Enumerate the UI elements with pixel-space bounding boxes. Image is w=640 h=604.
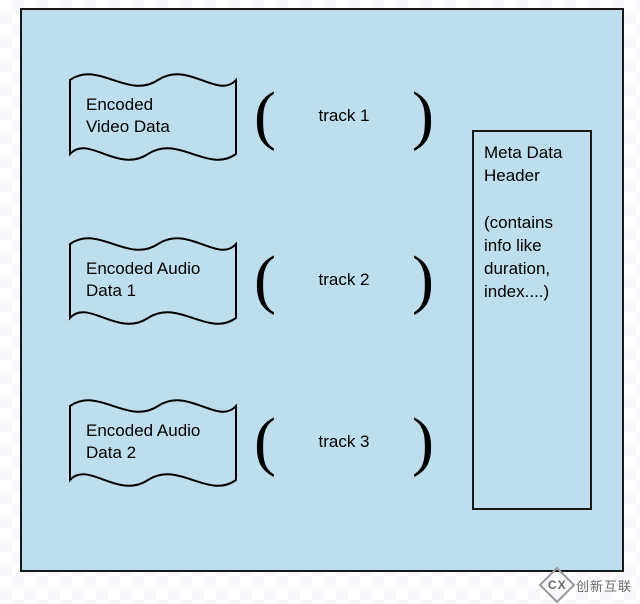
track-label-2: track 2 bbox=[254, 240, 434, 320]
encoded-data-label-3: Encoded Audio Data 2 bbox=[86, 420, 226, 464]
track-bracket-3: ( track 3 ) bbox=[254, 402, 434, 482]
meta-body: (contains info like duration, index....) bbox=[484, 212, 580, 304]
track-bracket-2: ( track 2 ) bbox=[254, 240, 434, 320]
container-box: EncodedVideo Data ( track 1 ) Encoded Au… bbox=[20, 8, 624, 572]
bracket-right-icon: ) bbox=[412, 240, 434, 320]
track-label-1: track 1 bbox=[254, 76, 434, 156]
encoded-data-flag-3: Encoded Audio Data 2 bbox=[68, 388, 238, 498]
watermark-logo-icon: CX bbox=[539, 567, 576, 604]
encoded-data-flag-1: EncodedVideo Data bbox=[68, 62, 238, 172]
encoded-data-flag-2: Encoded Audio Data 1 bbox=[68, 226, 238, 336]
meta-title: Meta Data Header bbox=[484, 142, 580, 188]
bracket-right-icon: ) bbox=[412, 76, 434, 156]
watermark-text: 创新互联 bbox=[576, 576, 632, 595]
encoded-data-label-2: Encoded Audio Data 1 bbox=[86, 258, 226, 302]
watermark: CX 创新互联 bbox=[544, 572, 632, 598]
track-label-3: track 3 bbox=[254, 402, 434, 482]
meta-data-header-box: Meta Data Header (contains info like dur… bbox=[472, 130, 592, 510]
bracket-right-icon: ) bbox=[412, 402, 434, 482]
track-bracket-1: ( track 1 ) bbox=[254, 76, 434, 156]
encoded-data-label-1: EncodedVideo Data bbox=[86, 94, 226, 138]
